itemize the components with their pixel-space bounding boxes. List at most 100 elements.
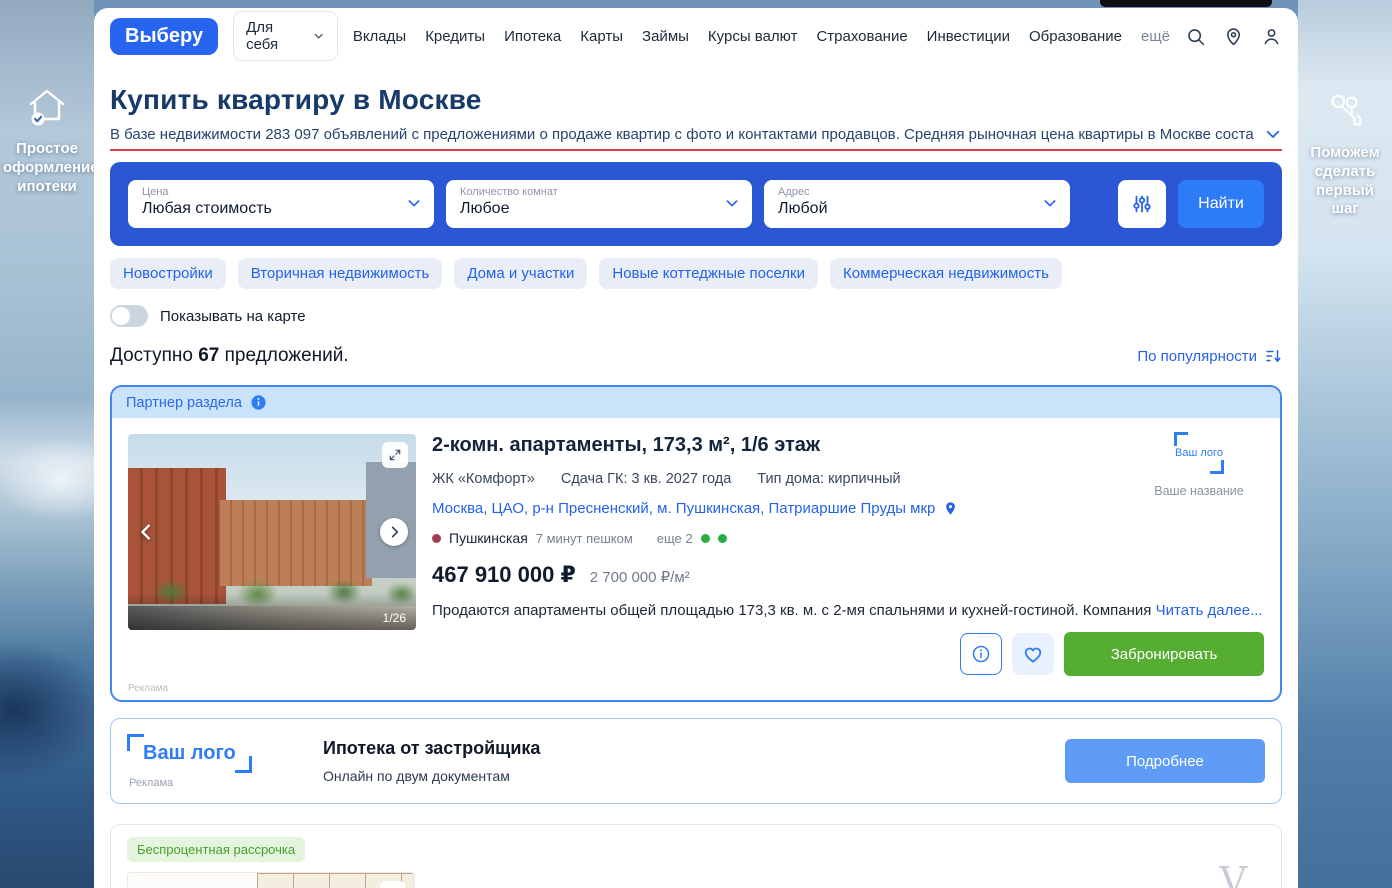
- partner-badge-bar: Партнер раздела: [112, 387, 1280, 418]
- photo-counter: 1/26: [128, 593, 416, 630]
- address-link[interactable]: Москва, ЦАО, р-н Пресненский, м. Пушкинс…: [432, 500, 935, 517]
- partner-listing-card: Партнер раздела: [110, 385, 1282, 702]
- chevron-down-icon: [724, 195, 740, 216]
- chevron-down-icon: [1042, 195, 1058, 216]
- partner-logo-column: Ваш лого Ваше название: [1134, 432, 1264, 498]
- nav-item-more[interactable]: ещё: [1141, 28, 1170, 45]
- metro-line-dot-green: [718, 534, 727, 543]
- metro-row: Пушкинская 7 минут пешком еще 2: [432, 530, 1282, 546]
- chip-houses[interactable]: Дома и участки: [454, 258, 587, 289]
- results-suffix: предложений.: [219, 345, 348, 366]
- chip-new-buildings[interactable]: Новостройки: [110, 258, 226, 289]
- nav-for-self-label: Для себя: [246, 19, 306, 53]
- price-per-m2: 2 700 000 ₽/м²: [590, 568, 690, 586]
- nav-item-currency[interactable]: Курсы валют: [708, 28, 798, 45]
- rooms-dropdown[interactable]: Количество комнат Любое: [446, 180, 752, 228]
- map-toggle[interactable]: [110, 305, 148, 327]
- results-count: 67: [198, 345, 219, 366]
- chip-cottage-villages[interactable]: Новые коттеджные поселки: [599, 258, 818, 289]
- left-promo-text: Простое оформление ипотеки: [3, 140, 91, 196]
- nav-item-loans[interactable]: Займы: [642, 28, 689, 45]
- info-icon: [971, 644, 991, 664]
- page-subtitle-row: В базе недвижимости 283 097 объявлений с…: [110, 125, 1282, 143]
- search-filter-panel: Цена Любая стоимость Количество комнат Л…: [110, 162, 1282, 246]
- developer-logo-letter: V: [1220, 859, 1247, 888]
- read-more-link[interactable]: Читать далее...: [1156, 602, 1263, 619]
- book-button[interactable]: Забронировать: [1064, 632, 1264, 676]
- banner-logo-text: Ваш лого: [143, 742, 236, 765]
- price-row: 467 910 000 ₽ 2 700 000 ₽/м²: [432, 562, 1282, 588]
- favorite-button[interactable]: [1012, 633, 1054, 675]
- chip-commercial[interactable]: Коммерческая недвижимость: [830, 258, 1062, 289]
- listing-address[interactable]: Москва, ЦАО, р-н Пресненский, м. Пушкинс…: [432, 500, 1282, 517]
- banner-logo-placeholder: Ваш лого: [127, 734, 252, 773]
- nav-item-investments[interactable]: Инвестиции: [927, 28, 1010, 45]
- header: Выберу Для себя Вклады Кредиты Ипотека К…: [94, 8, 1298, 64]
- advanced-filters-button[interactable]: [1118, 180, 1166, 228]
- listing-photo[interactable]: 1/26: [128, 434, 416, 630]
- chevron-down-icon: [313, 30, 324, 42]
- address-dropdown-value: Любой: [778, 200, 1056, 218]
- results-prefix: Доступно: [110, 345, 198, 366]
- nav-item-cards[interactable]: Карты: [580, 28, 623, 45]
- nav-item-mortgage[interactable]: Ипотека: [504, 28, 561, 45]
- metro-line-dot: [432, 534, 441, 543]
- nav-item-insurance[interactable]: Страхование: [816, 28, 907, 45]
- photo-next-icon[interactable]: [380, 518, 408, 546]
- right-promo-text: Поможем сделать первый шаг: [1301, 144, 1389, 219]
- nav-for-self[interactable]: Для себя: [233, 11, 338, 61]
- expand-photo-icon[interactable]: [380, 881, 406, 888]
- partner-logo-text: Ваш лого: [1175, 447, 1223, 460]
- top-dark-bar: [1100, 0, 1272, 7]
- nav-item-education[interactable]: Образование: [1029, 28, 1122, 45]
- logo-button[interactable]: Выберу: [110, 18, 218, 55]
- listing-2-photo[interactable]: ЛЕВЕНСОН: [127, 872, 415, 888]
- info-icon[interactable]: [250, 394, 267, 411]
- page-title: Купить квартиру в Москве: [110, 84, 1282, 116]
- ad-label: Реклама: [128, 683, 168, 694]
- banner-title: Ипотека от застройщика: [323, 738, 540, 759]
- expand-photo-icon[interactable]: [382, 442, 408, 468]
- photo-prev-icon[interactable]: [136, 521, 158, 543]
- banner-text: Ипотека от застройщика Онлайн по двум до…: [323, 738, 540, 784]
- banner-details-button[interactable]: Подробнее: [1065, 739, 1265, 783]
- banner-subtitle: Онлайн по двум документам: [323, 768, 540, 784]
- location-pin-icon[interactable]: [1223, 26, 1244, 47]
- delivery-date: Сдача ГК: 3 кв. 2027 года: [561, 471, 731, 487]
- banner-logo-column: Ваш лого Реклама: [127, 734, 323, 789]
- nav-item-credits[interactable]: Кредиты: [425, 28, 485, 45]
- chevron-down-icon: [406, 195, 422, 216]
- sort-button[interactable]: По популярности: [1137, 347, 1282, 365]
- listing-price: 467 910 000 ₽: [432, 562, 576, 588]
- complex-name: ЖК «Комфорт»: [432, 471, 535, 487]
- expand-description-icon[interactable]: [1264, 125, 1282, 143]
- rooms-dropdown-value: Любое: [460, 200, 738, 218]
- main-nav: Вклады Кредиты Ипотека Карты Займы Курсы…: [353, 28, 1170, 45]
- search-button[interactable]: Найти: [1178, 180, 1264, 228]
- partner-logo-placeholder: Ваш лого: [1174, 432, 1224, 474]
- chip-secondary[interactable]: Вторичная недвижимость: [238, 258, 443, 289]
- search-icon[interactable]: [1185, 26, 1206, 47]
- background-photo-left: Простое оформление ипотеки: [0, 0, 94, 888]
- nav-item-deposits[interactable]: Вклады: [353, 28, 406, 45]
- results-count-text: Доступно 67 предложений.: [110, 345, 349, 367]
- info-button[interactable]: [960, 633, 1002, 675]
- heart-icon: [1022, 643, 1044, 665]
- metro-more[interactable]: еще 2: [657, 531, 693, 546]
- sort-label: По популярности: [1137, 348, 1257, 365]
- price-dropdown[interactable]: Цена Любая стоимость: [128, 180, 434, 228]
- map-pin-icon[interactable]: [943, 501, 958, 516]
- header-icons: [1185, 26, 1282, 47]
- partner-card-body: 1/26 2-комн. апартаменты, 173,3 м², 1/6 …: [112, 418, 1280, 700]
- description-text: Продаются апартаменты общей площадью 173…: [432, 602, 1151, 619]
- profile-icon[interactable]: [1261, 26, 1282, 47]
- listing-actions: Забронировать: [960, 632, 1264, 676]
- rooms-dropdown-label: Количество комнат: [460, 186, 738, 198]
- red-divider: [110, 149, 1282, 151]
- house-type: Тип дома: кирпичный: [757, 471, 900, 487]
- metro-walk-time: 7 минут пешком: [536, 531, 633, 546]
- banner-ad-label: Реклама: [129, 777, 323, 789]
- address-dropdown-label: Адрес: [778, 186, 1056, 198]
- metro-line-dot-green: [701, 534, 710, 543]
- address-dropdown[interactable]: Адрес Любой: [764, 180, 1070, 228]
